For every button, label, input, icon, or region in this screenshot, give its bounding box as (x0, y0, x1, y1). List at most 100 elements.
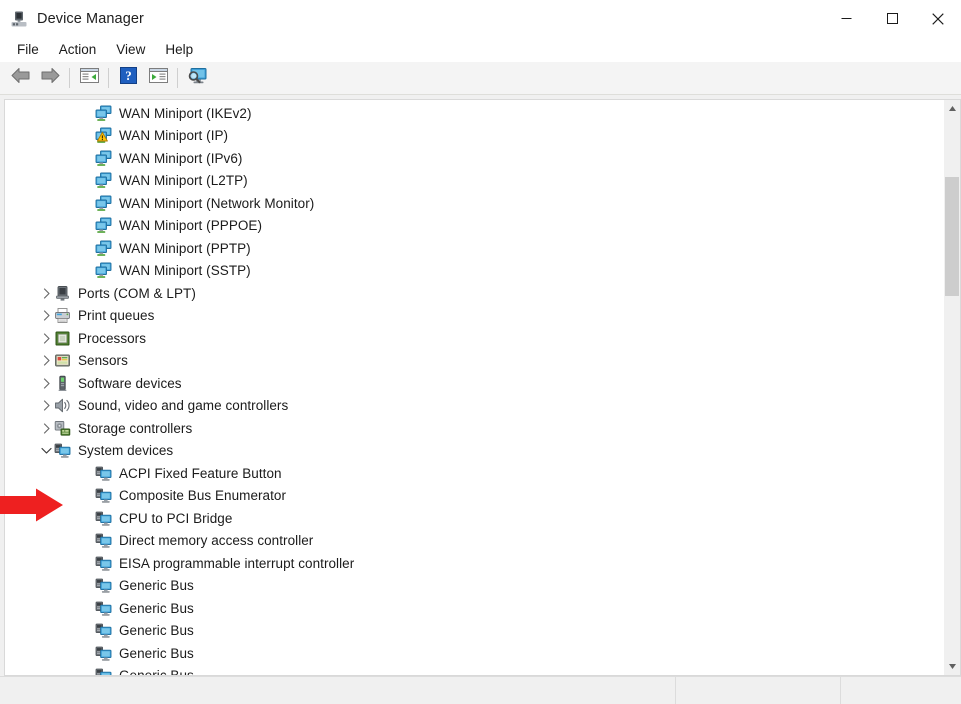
tree-row-label: WAN Miniport (L2TP) (119, 173, 248, 189)
chevron-right-icon[interactable] (38, 282, 54, 304)
tree-row[interactable]: WAN Miniport (IP) (5, 125, 944, 148)
tree-row-label: Ports (COM & LPT) (78, 285, 196, 301)
tree-row-label: WAN Miniport (Network Monitor) (119, 195, 315, 211)
vertical-scrollbar[interactable] (944, 99, 961, 676)
scroll-up-button[interactable] (944, 100, 960, 117)
menu-view[interactable]: View (106, 40, 155, 59)
chevron-placeholder (79, 597, 95, 619)
tree-row[interactable]: Processors (5, 327, 944, 350)
back-button[interactable] (5, 64, 35, 92)
chevron-placeholder (79, 507, 95, 529)
chevron-placeholder (79, 530, 95, 552)
chevron-right-icon[interactable] (38, 305, 54, 327)
system-device-icon (54, 442, 71, 459)
toolbar-separator-2 (108, 68, 109, 88)
show-hide-console-tree-button[interactable] (74, 64, 104, 92)
ports-icon (54, 285, 71, 302)
chevron-placeholder (79, 170, 95, 192)
tree-row-label: WAN Miniport (PPTP) (119, 240, 251, 256)
system-device-icon (95, 532, 112, 549)
scan-for-hardware-changes-button[interactable] (182, 64, 212, 92)
tree-row[interactable]: CPU to PCI Bridge (5, 507, 944, 530)
network-adapter-icon (95, 105, 112, 122)
tree-row-label: CPU to PCI Bridge (119, 510, 233, 526)
tree-row[interactable]: Sensors (5, 350, 944, 373)
tree-row[interactable]: ACPI Fixed Feature Button (5, 462, 944, 485)
menu-action[interactable]: Action (49, 40, 107, 59)
system-device-icon (95, 667, 112, 675)
tree-row[interactable]: Ports (COM & LPT) (5, 282, 944, 305)
tree-row[interactable]: Sound, video and game controllers (5, 395, 944, 418)
tree-row-label: Sound, video and game controllers (78, 398, 289, 414)
properties-icon (148, 67, 168, 89)
chevron-placeholder (79, 552, 95, 574)
toolbar-separator-1 (69, 68, 70, 88)
help-icon: ? (119, 67, 137, 89)
status-section-2 (676, 677, 841, 704)
chevron-right-icon[interactable] (38, 372, 54, 394)
system-device-icon (95, 555, 112, 572)
tree-row[interactable]: Software devices (5, 372, 944, 395)
help-button[interactable]: ? (113, 64, 143, 92)
chevron-placeholder (79, 485, 95, 507)
tree-row[interactable]: Print queues (5, 305, 944, 328)
tree-row[interactable]: WAN Miniport (Network Monitor) (5, 192, 944, 215)
tree-row-label: Processors (78, 330, 147, 346)
scroll-down-button[interactable] (944, 658, 960, 675)
processor-icon (54, 330, 71, 347)
tree-row[interactable]: Generic Bus (5, 575, 944, 598)
network-adapter-icon (95, 217, 112, 234)
tree-row[interactable]: Generic Bus (5, 665, 944, 676)
tree-row-label: EISA programmable interrupt controller (119, 555, 355, 571)
back-arrow-icon (10, 67, 31, 89)
menu-bar: File Action View Help (0, 37, 961, 62)
maximize-button[interactable] (869, 0, 915, 37)
menu-file[interactable]: File (7, 40, 49, 59)
system-device-icon (95, 487, 112, 504)
tree-row[interactable]: WAN Miniport (IKEv2) (5, 102, 944, 125)
tree-row[interactable]: WAN Miniport (SSTP) (5, 260, 944, 283)
tree-row[interactable]: WAN Miniport (PPTP) (5, 237, 944, 260)
tree-row-label: Generic Bus (119, 668, 194, 676)
tree-row[interactable]: Generic Bus (5, 642, 944, 665)
forward-arrow-icon (40, 67, 61, 89)
tree-row[interactable]: Generic Bus (5, 597, 944, 620)
chevron-placeholder (79, 215, 95, 237)
chevron-right-icon[interactable] (38, 417, 54, 439)
chevron-placeholder (79, 665, 95, 675)
toolbar-separator-3 (177, 68, 178, 88)
tree-row-label: System devices (78, 443, 174, 459)
properties-button[interactable] (143, 64, 173, 92)
chevron-placeholder (79, 125, 95, 147)
caption-button-group (823, 0, 961, 37)
system-device-icon (95, 645, 112, 662)
tree-row[interactable]: EISA programmable interrupt controller (5, 552, 944, 575)
tree-row[interactable]: Composite Bus Enumerator (5, 485, 944, 508)
tree-row-label: ACPI Fixed Feature Button (119, 465, 282, 481)
menu-help[interactable]: Help (155, 40, 203, 59)
network-adapter-icon (95, 262, 112, 279)
vertical-scrollbar-thumb[interactable] (945, 176, 959, 296)
chevron-right-icon[interactable] (38, 327, 54, 349)
tree-row[interactable]: Generic Bus (5, 620, 944, 643)
tree-row[interactable]: WAN Miniport (L2TP) (5, 170, 944, 193)
tree-row[interactable]: Storage controllers (5, 417, 944, 440)
chevron-down-icon[interactable] (38, 440, 54, 462)
system-device-icon (95, 465, 112, 482)
tree-row[interactable]: System devices (5, 440, 944, 463)
device-tree-pane[interactable]: WAN Miniport (IKEv2) WAN Miniport (IP) WAN… (4, 99, 944, 676)
tree-row[interactable]: WAN Miniport (PPPOE) (5, 215, 944, 238)
minimize-button[interactable] (823, 0, 869, 37)
network-adapter-warning-icon (95, 127, 112, 144)
chevron-right-icon[interactable] (38, 350, 54, 372)
show-hide-console-tree-icon (79, 67, 99, 89)
close-button[interactable] (915, 0, 961, 37)
network-adapter-icon (95, 240, 112, 257)
network-adapter-icon (95, 150, 112, 167)
status-message (0, 677, 676, 704)
tree-row[interactable]: WAN Miniport (IPv6) (5, 147, 944, 170)
device-tree: WAN Miniport (IKEv2) WAN Miniport (IP) WAN… (5, 100, 944, 676)
forward-button[interactable] (35, 64, 65, 92)
tree-row[interactable]: Direct memory access controller (5, 530, 944, 553)
chevron-right-icon[interactable] (38, 395, 54, 417)
